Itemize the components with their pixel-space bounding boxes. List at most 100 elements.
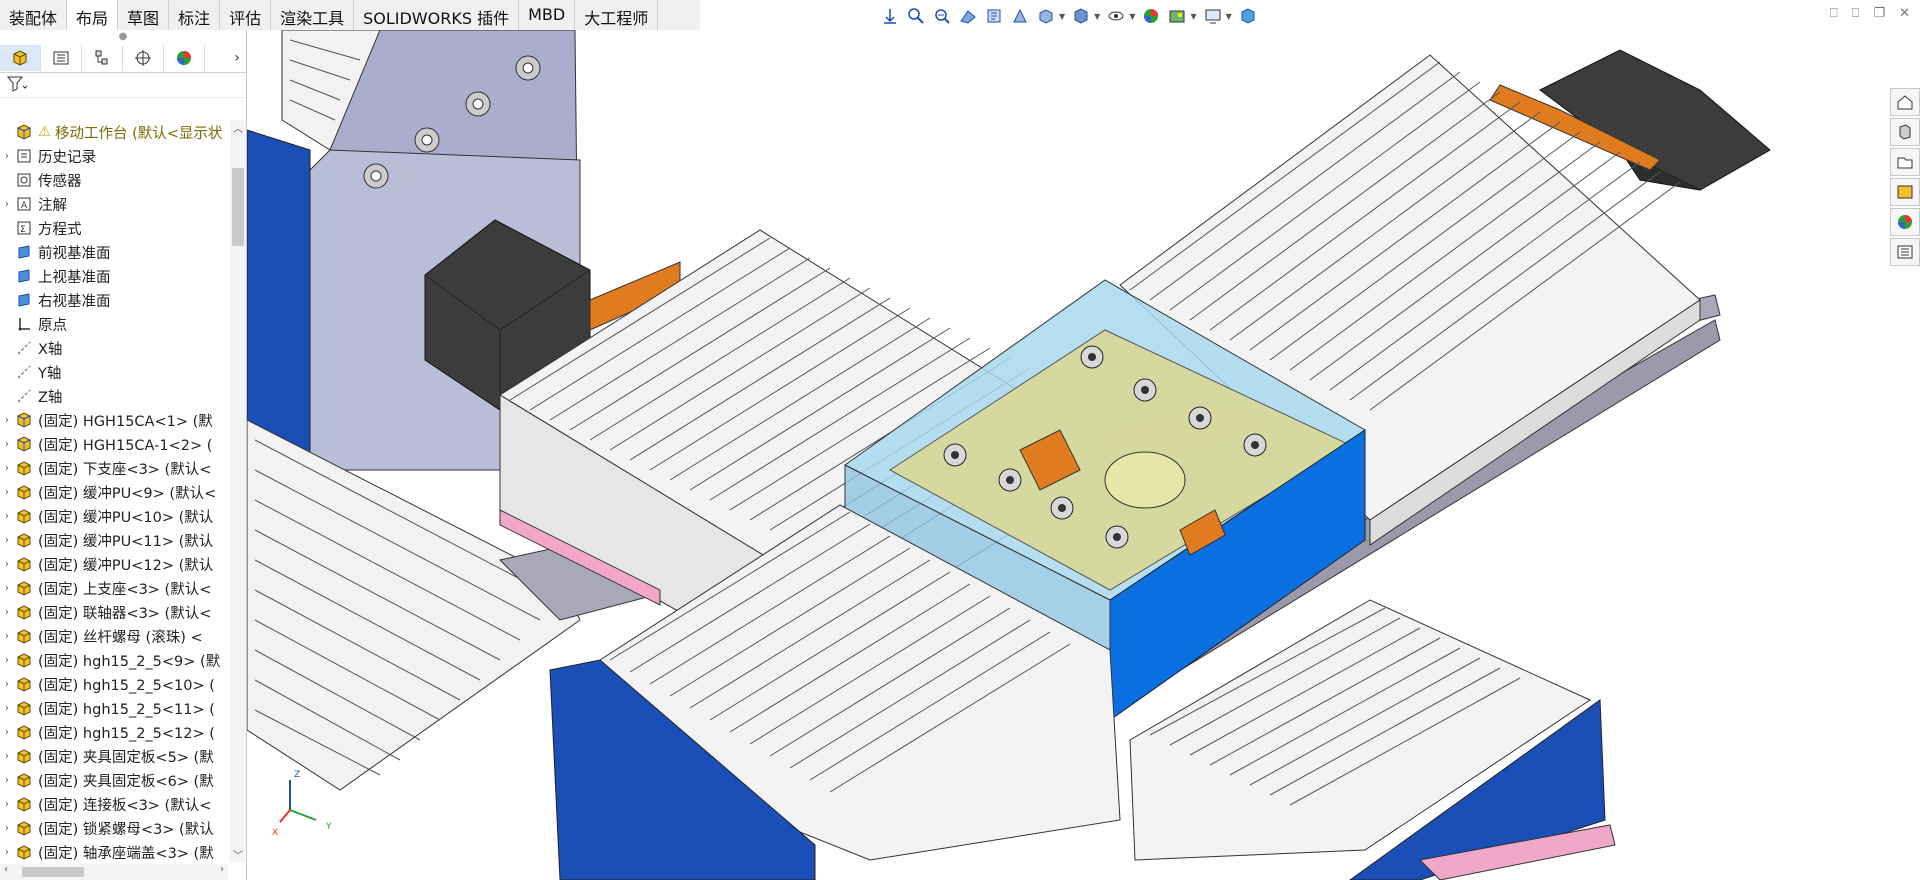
featuremanager-tab-icon[interactable] <box>0 45 41 71</box>
tree-expand-icon[interactable]: › <box>0 799 14 810</box>
panel-grip-icon[interactable]: ● <box>0 30 246 44</box>
configurationmanager-tab-icon[interactable] <box>82 45 123 71</box>
tree-item[interactable]: 右视基准面 <box>0 288 228 312</box>
scroll-right-icon[interactable]: › <box>220 864 224 875</box>
file-explorer-icon[interactable] <box>1890 148 1920 176</box>
tree-expand-icon[interactable]: › <box>0 535 14 546</box>
zoom-to-fit-icon[interactable] <box>880 6 900 26</box>
tree-item[interactable]: 原点 <box>0 312 228 336</box>
tile-right-icon[interactable]: ⎕ <box>1852 6 1860 21</box>
tree-item[interactable]: › (固定) 上支座<3> (默认< <box>0 576 228 600</box>
tree-item[interactable]: › 历史记录 <box>0 144 228 168</box>
tree-expand-icon[interactable]: › <box>0 655 14 666</box>
home-icon[interactable] <box>1890 88 1920 116</box>
tree-item[interactable]: › (固定) 下支座<3> (默认< <box>0 456 228 480</box>
tree-item[interactable]: 传感器 <box>0 168 228 192</box>
tree-horizontal-scrollbar[interactable]: ‹ › <box>0 864 228 880</box>
tab-1[interactable]: 布局 <box>67 0 119 31</box>
tree-item[interactable]: › (固定) 夹具固定板<6> (默 <box>0 768 228 792</box>
tree-expand-icon[interactable]: › <box>0 559 14 570</box>
view-settings-icon[interactable] <box>1203 6 1223 26</box>
tree-item[interactable]: › (固定) hgh15_2_5<12> ( <box>0 720 228 744</box>
scroll-left-icon[interactable]: ‹ <box>4 864 8 875</box>
tree-item[interactable]: › (固定) 联轴器<3> (默认< <box>0 600 228 624</box>
tree-item[interactable]: › (固定) hgh15_2_5<10> ( <box>0 672 228 696</box>
apply-scene-icon[interactable] <box>1167 6 1187 26</box>
tree-item[interactable]: › (固定) HGH15CA<1> (默 <box>0 408 228 432</box>
tab-0[interactable]: 装配体 <box>0 0 68 30</box>
tree-item[interactable]: 上视基准面 <box>0 264 228 288</box>
zoom-to-area-icon[interactable] <box>906 6 926 26</box>
tree-expand-icon[interactable]: › <box>0 679 14 690</box>
tree-item[interactable]: › (固定) 缓冲PU<10> (默认 <box>0 504 228 528</box>
graphics-area[interactable] <box>247 30 1920 880</box>
tree-item[interactable]: › (固定) 锁紧螺母<3> (默认 <box>0 816 228 840</box>
tree-expand-icon[interactable]: › <box>0 199 14 210</box>
tab-2[interactable]: 草图 <box>118 0 170 30</box>
more-tabs-chevron-icon[interactable]: › <box>228 50 246 66</box>
tree-expand-icon[interactable]: › <box>0 751 14 762</box>
view-palette-icon[interactable] <box>1890 178 1920 206</box>
view-orientation-dropdown-icon[interactable]: ▼ <box>1059 12 1065 21</box>
tree-expand-icon[interactable]: › <box>0 415 14 426</box>
tree-expand-icon[interactable]: › <box>0 439 14 450</box>
tree-vertical-scrollbar[interactable]: ︿ ﹀ <box>230 120 246 862</box>
tree-item[interactable]: › (固定) hgh15_2_5<11> ( <box>0 696 228 720</box>
display-style-icon[interactable] <box>1071 6 1091 26</box>
tree-item[interactable]: › (固定) hgh15_2_5<9> (默 <box>0 648 228 672</box>
tile-left-icon[interactable]: ⎕ <box>1830 6 1838 21</box>
tree-item[interactable]: › (固定) 缓冲PU<11> (默认 <box>0 528 228 552</box>
tree-expand-icon[interactable]: › <box>0 583 14 594</box>
scroll-down-icon[interactable]: ﹀ <box>230 847 246 862</box>
tab-4[interactable]: 评估 <box>220 0 272 30</box>
tree-item[interactable]: › (固定) 连接板<3> (默认< <box>0 792 228 816</box>
design-library-icon[interactable] <box>1890 118 1920 146</box>
tab-8[interactable]: 大工程师 <box>575 0 659 30</box>
tab-5[interactable]: 渲染工具 <box>271 0 355 30</box>
tab-6[interactable]: SOLIDWORKS 插件 <box>354 0 520 30</box>
apply-scene-dropdown-icon[interactable]: ▼ <box>1190 12 1196 21</box>
hide-show-dropdown-icon[interactable]: ▼ <box>1129 12 1135 21</box>
display-manager-tab-icon[interactable] <box>164 45 205 71</box>
tree-expand-icon[interactable]: › <box>0 847 14 858</box>
tab-3[interactable]: 标注 <box>169 0 221 30</box>
tree-expand-icon[interactable]: › <box>0 463 14 474</box>
section-view-icon[interactable] <box>958 6 978 26</box>
tree-expand-icon[interactable]: › <box>0 775 14 786</box>
tree-expand-icon[interactable]: › <box>0 487 14 498</box>
edit-appearance-icon[interactable] <box>1141 6 1161 26</box>
tree-expand-icon[interactable]: › <box>0 511 14 522</box>
filter-icon[interactable] <box>6 74 28 96</box>
display-style-dropdown-icon[interactable]: ▼ <box>1094 12 1100 21</box>
tree-item[interactable]: Y轴 <box>0 360 228 384</box>
tree-expand-icon[interactable]: › <box>0 631 14 642</box>
tree-item[interactable]: › (固定) 缓冲PU<12> (默认 <box>0 552 228 576</box>
view-settings-dropdown-icon[interactable]: ▼ <box>1226 12 1232 21</box>
tree-item[interactable]: › (固定) HGH15CA-1<2> ( <box>0 432 228 456</box>
dynamic-annotation-icon[interactable] <box>984 6 1004 26</box>
tree-item[interactable]: › (固定) 缓冲PU<9> (默认< <box>0 480 228 504</box>
tree-expand-icon[interactable]: › <box>0 151 14 162</box>
view-orientation-icon[interactable] <box>1036 6 1056 26</box>
tree-item[interactable]: › A 注解 <box>0 192 228 216</box>
scroll-up-icon[interactable]: ︿ <box>230 120 246 135</box>
tree-expand-icon[interactable]: › <box>0 607 14 618</box>
close-icon[interactable]: ✕ <box>1899 6 1910 21</box>
instant3d-icon[interactable] <box>1010 6 1030 26</box>
tree-horizontal-thumb[interactable] <box>22 867 84 877</box>
appearances-icon[interactable] <box>1890 208 1920 236</box>
tree-expand-icon[interactable]: › <box>0 703 14 714</box>
tree-item[interactable]: › (固定) 轴承座端盖<3> (默 <box>0 840 228 862</box>
cube-view-icon[interactable] <box>1238 6 1258 26</box>
tree-item[interactable]: › (固定) 夹具固定板<5> (默 <box>0 744 228 768</box>
tab-7[interactable]: MBD <box>519 0 576 30</box>
tree-expand-icon[interactable]: › <box>0 727 14 738</box>
tree-root-assembly[interactable]: ⚠ 移动工作台 (默认<显示状 <box>0 120 228 144</box>
tree-item[interactable]: 前视基准面 <box>0 240 228 264</box>
restore-icon[interactable]: ❐ <box>1873 6 1885 21</box>
previous-view-icon[interactable] <box>932 6 952 26</box>
dimxpert-tab-icon[interactable] <box>123 45 164 71</box>
hide-show-items-icon[interactable] <box>1106 6 1126 26</box>
tree-item[interactable]: › (固定) 丝杆螺母 (滚珠) < <box>0 624 228 648</box>
tree-item[interactable]: Z轴 <box>0 384 228 408</box>
